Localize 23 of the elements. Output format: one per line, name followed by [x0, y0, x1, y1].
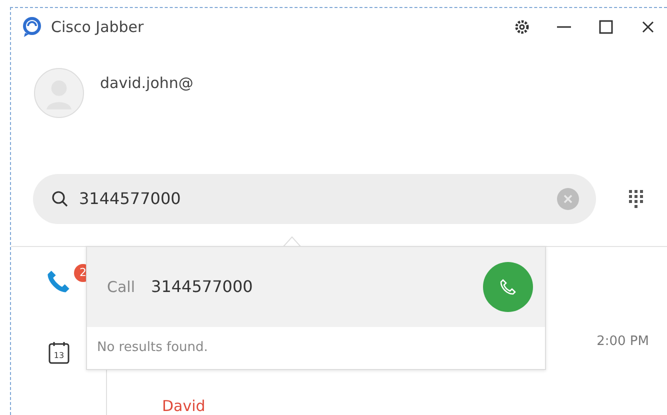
meeting-organizer: David: [162, 396, 206, 415]
meetings-button[interactable]: 13: [46, 340, 70, 366]
window-title: Cisco Jabber: [51, 16, 144, 38]
call-button[interactable]: [483, 262, 533, 312]
close-icon: [640, 19, 656, 35]
dialpad-button[interactable]: [626, 187, 646, 211]
call-label: Call: [107, 276, 136, 298]
call-number: 3144577000: [151, 276, 253, 298]
maximize-icon: [598, 19, 614, 35]
search-bar[interactable]: 3144577000: [33, 174, 596, 224]
dialpad-icon: [628, 189, 644, 209]
clear-icon: [557, 188, 579, 210]
phone-icon: [45, 268, 72, 294]
minimize-icon: [557, 26, 571, 28]
search-field[interactable]: 3144577000: [77, 186, 556, 212]
no-results-message: No results found.: [97, 339, 208, 358]
settings-icon: [514, 19, 530, 35]
meeting-time: 2:00 PM: [596, 333, 649, 351]
search-icon: [51, 190, 69, 208]
avatar-icon: [34, 68, 84, 118]
app-logo-icon: [21, 16, 43, 38]
user-name: david.john@: [100, 73, 194, 94]
phone-icon: [499, 278, 517, 296]
